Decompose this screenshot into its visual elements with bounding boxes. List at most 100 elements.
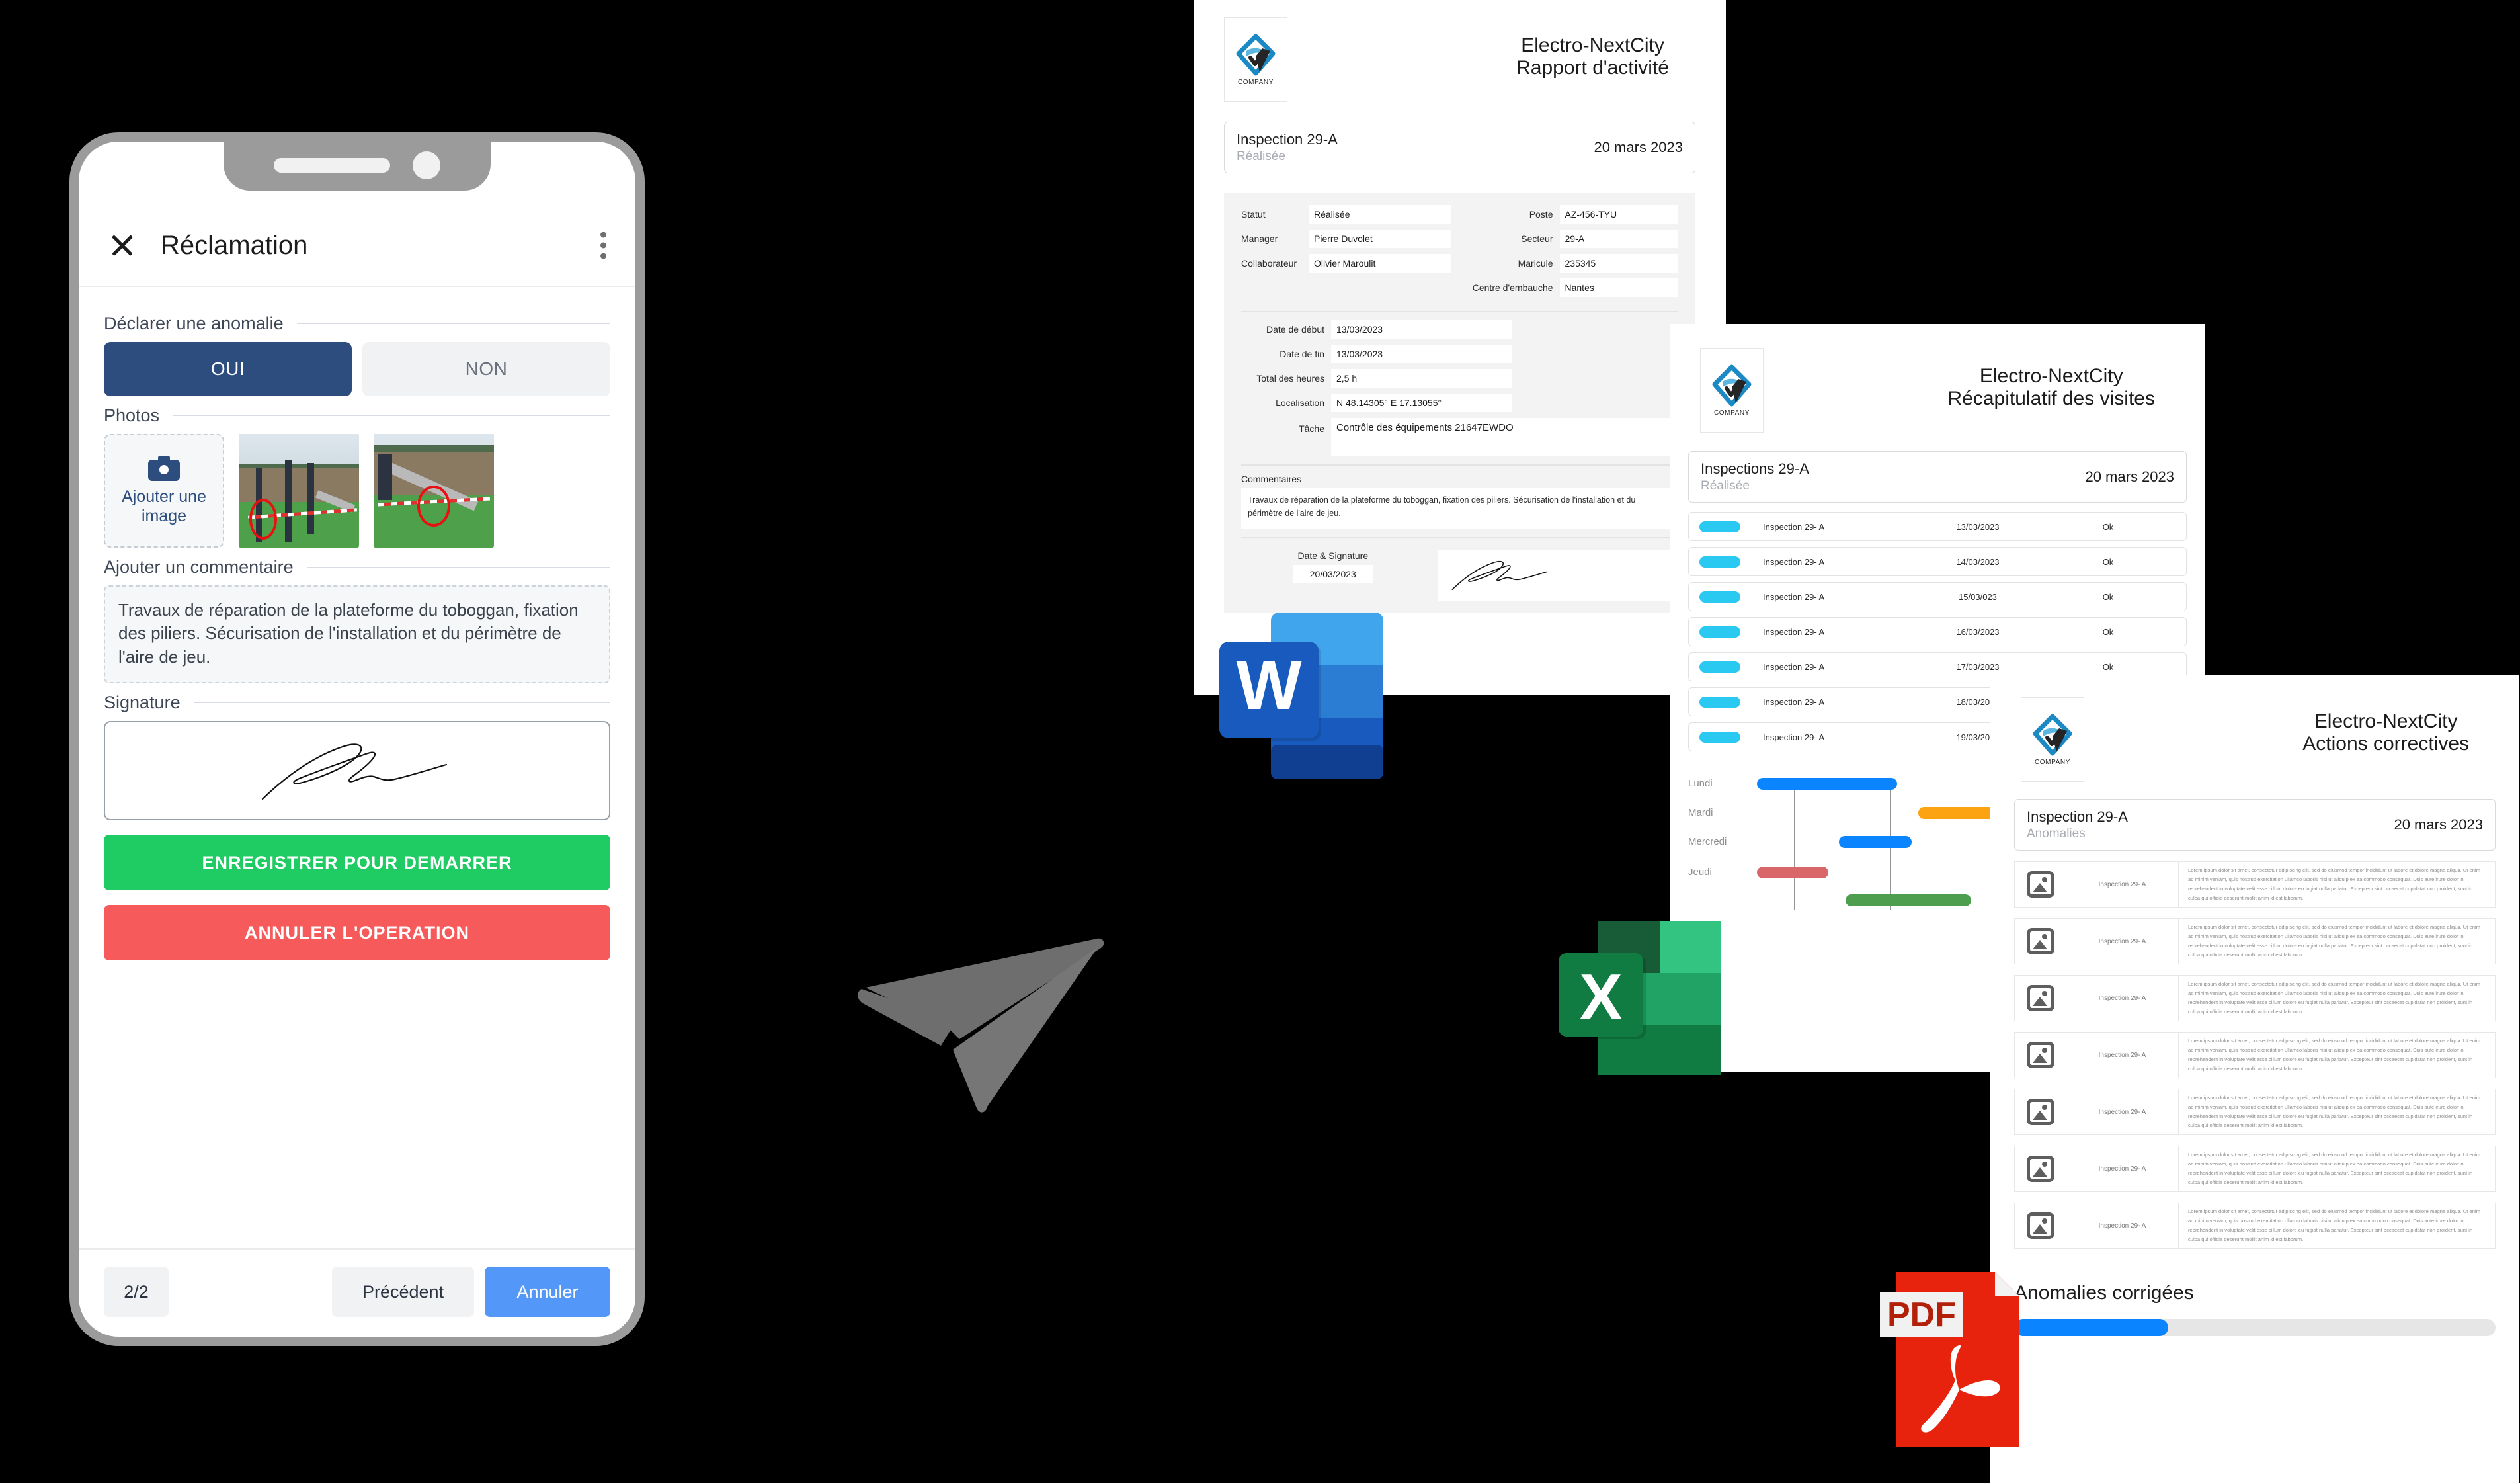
company-logo: COMPANY (1224, 17, 1287, 102)
save-and-start-button[interactable]: ENREGISTRER POUR DEMARRER (104, 835, 610, 890)
image-placeholder-icon (2015, 976, 2066, 1021)
anomaly-table: Inspection 29- A Lorem ipsum dolor sit a… (1990, 861, 2519, 1250)
doc3-title-line1: Electro-NextCity (2314, 710, 2458, 732)
image-placeholder-icon (2015, 1089, 2066, 1135)
visit-row: Inspection 29- A 16/03/2023 Ok (1688, 617, 2187, 647)
cancel-button[interactable]: Annuler (485, 1267, 610, 1317)
row-description: Lorem ipsum dolor sit amet, consectetur … (2188, 924, 2480, 958)
gantt-row-label: Mercredi (1688, 836, 1727, 848)
phone-mockup: Réclamation Déclarer une anomalie OUI NO… (69, 132, 645, 1346)
doc1-signature-row: Date & Signature 20/03/2023 (1241, 546, 1678, 601)
photo-thumbnail[interactable] (239, 434, 359, 548)
gantt-row-label: Mardi (1688, 807, 1713, 819)
document-actions-correctives: COMPANY Electro-NextCity Actions correct… (1990, 675, 2519, 1483)
comment-input[interactable]: Travaux de réparation de la plateforme d… (104, 585, 610, 683)
excel-letter: X (1579, 960, 1622, 1033)
photos-label-text: Photos (104, 405, 160, 425)
visit-row: Inspection 29- A 15/03/023 Ok (1688, 582, 2187, 612)
visit-date: 17/03/2023 (1956, 661, 2000, 672)
row-description: Lorem ipsum dolor sit amet, consectetur … (2188, 1208, 2480, 1243)
visit-date: 16/03/2023 (1956, 626, 2000, 637)
table-row: Inspection 29- A Lorem ipsum dolor sit a… (2014, 1089, 2496, 1136)
signature-section-label: Signature (104, 693, 610, 713)
doc2-title-line1: Electro-NextCity (1979, 365, 2123, 387)
chip-date: 20 mars 2023 (2394, 816, 2483, 833)
anomaly-segmented-control: OUI NON (104, 342, 610, 396)
field-label: Maricule (1518, 258, 1553, 269)
doc1-field-grid: Statut Réalisée Manager Pierre Duvolet C… (1241, 205, 1678, 303)
microsoft-word-icon: W (1210, 595, 1395, 790)
signature-pad[interactable] (104, 721, 610, 820)
table-row: Inspection 29- A Lorem ipsum dolor sit a… (2014, 1203, 2496, 1250)
field-value: 2,5 h (1331, 369, 1512, 388)
visit-date: 13/03/2023 (1956, 521, 2000, 532)
anomaly-no-button[interactable]: NON (362, 342, 610, 396)
field-row: Date de début 13/03/2023 (1241, 320, 1512, 339)
visit-name: Inspection 29- A (1763, 591, 1825, 602)
status-pill (1699, 696, 1740, 708)
word-letter: W (1236, 647, 1301, 724)
table-row: Inspection 29- A Lorem ipsum dolor sit a… (2014, 975, 2496, 1022)
add-image-button[interactable]: Ajouter une image (104, 434, 224, 548)
divider (306, 567, 610, 568)
progress-label: Anomalies corrigées (2014, 1282, 2194, 1304)
field-value: 13/03/2023 (1331, 345, 1512, 364)
company-logo: COMPANY (2021, 697, 2084, 782)
close-icon[interactable] (109, 232, 136, 259)
field-label: Statut (1241, 209, 1266, 220)
row-description: Lorem ipsum dolor sit amet, consectetur … (2188, 981, 2480, 1015)
kebab-menu-icon[interactable] (600, 232, 606, 259)
chip-name: Inspections 29-A (1701, 460, 1809, 477)
previous-button[interactable]: Précédent (332, 1267, 474, 1317)
doc1-fields-right: Poste AZ-456-TYU Secteur 29-A Maricule 2… (1469, 205, 1678, 303)
row-description: Lorem ipsum dolor sit amet, consectetur … (2188, 1152, 2480, 1186)
cancel-operation-button[interactable]: ANNULER L'OPERATION (104, 905, 610, 960)
doc1-fields-panel: Statut Réalisée Manager Pierre Duvolet C… (1224, 193, 1695, 613)
logo-mark-icon (2033, 714, 2072, 755)
progress-bar (2014, 1319, 2496, 1337)
pdf-letters: PDF (1887, 1296, 1956, 1334)
field-value: 13/03/2023 (1331, 320, 1512, 339)
logo-mark-icon (1236, 34, 1276, 75)
signature-image (1438, 550, 1678, 601)
form-body: Déclarer une anomalie OUI NON Photos Ajo… (79, 287, 635, 1248)
visit-status: Ok (2102, 521, 2114, 532)
field-label: Total des heures (1256, 373, 1324, 384)
signature-drawing (261, 743, 448, 800)
wizard-footer: 2/2 Précédent Annuler (79, 1248, 635, 1337)
visit-status: Ok (2102, 661, 2114, 672)
image-placeholder-icon (2015, 919, 2066, 964)
doc2-title: Electro-NextCity Récapitulatif des visit… (1948, 365, 2155, 410)
photo-thumbnail[interactable] (374, 434, 494, 548)
visit-status: Ok (2102, 556, 2114, 567)
field-label: Date de début (1266, 324, 1324, 335)
visit-name: Inspection 29- A (1763, 626, 1825, 637)
field-label: Tâche (1299, 423, 1324, 435)
gantt-bar (1839, 836, 1912, 849)
doc1-task-row: Tâche Contrôle des équipements 21647EWDO (1241, 418, 1678, 457)
field-label: Collaborateur (1241, 258, 1297, 269)
visit-date: 15/03/023 (1959, 591, 1997, 602)
status-pill (1699, 626, 1740, 638)
visit-name: Inspection 29- A (1763, 521, 1825, 532)
doc1-fields-left: Statut Réalisée Manager Pierre Duvolet C… (1241, 205, 1451, 303)
gantt-row-label: Lundi (1688, 778, 1713, 790)
field-row: Date de fin 13/03/2023 (1241, 345, 1512, 364)
divider (296, 323, 610, 324)
comment-label-text: Ajouter un commentaire (104, 557, 294, 577)
divider (1241, 311, 1678, 313)
field-value: 235345 (1559, 254, 1678, 273)
row-name: Inspection 29- A (2066, 1033, 2179, 1078)
visit-date: 14/03/2023 (1956, 556, 2000, 567)
field-label: Centre d'embauche (1472, 282, 1553, 294)
anomaly-yes-button[interactable]: OUI (104, 342, 352, 396)
status-pill (1699, 556, 1740, 568)
status-pill (1699, 661, 1740, 673)
photo-list: Ajouter une image (104, 434, 610, 548)
visit-row: Inspection 29- A 13/03/2023 Ok (1688, 512, 2187, 542)
row-name: Inspection 29- A (2066, 1089, 2179, 1135)
table-row: Inspection 29- A Lorem ipsum dolor sit a… (2014, 861, 2496, 908)
field-label: Date de fin (1280, 349, 1324, 360)
field-row: Maricule 235345 (1469, 254, 1678, 273)
visit-row: Inspection 29- A 14/03/2023 Ok (1688, 547, 2187, 577)
